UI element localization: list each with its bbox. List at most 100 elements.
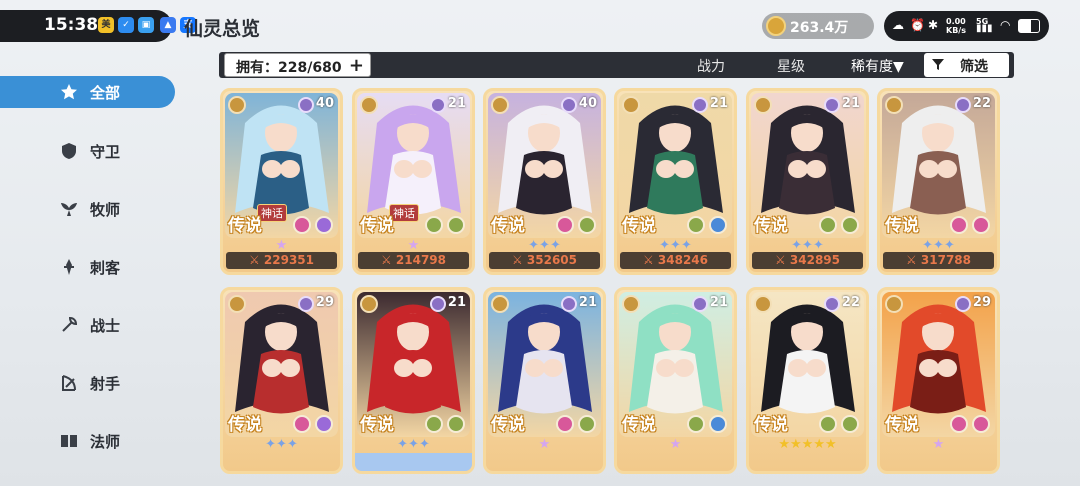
element-gem-icon	[315, 216, 333, 234]
character-card[interactable]: 21 神话 传说 ★ ⚔ 214798	[352, 88, 475, 275]
element-gem-icon	[950, 415, 968, 433]
sidebar-item-1[interactable]: 全部	[0, 76, 175, 108]
level-icon	[561, 97, 577, 113]
class-emblem-icon	[622, 295, 640, 313]
clock: 15:38	[44, 15, 99, 35]
element-gem-icon	[447, 415, 465, 433]
class-emblem-icon	[491, 96, 509, 114]
sidebar-item-2[interactable]: 守卫	[0, 135, 175, 167]
element-gem-icon	[950, 216, 968, 234]
element-gem-icon	[425, 415, 443, 433]
status-pill: ☁ ⏰ ✱ 0.00 KB/s 5G ▮▮▮ ◠	[884, 11, 1049, 41]
star-rating: ★	[669, 437, 682, 452]
character-card[interactable]: 21 传说 ✦✦✦ ⚔ 342895	[746, 88, 869, 275]
character-level: 21	[447, 96, 466, 111]
character-level: 21	[841, 96, 860, 111]
level-icon	[692, 296, 708, 312]
sort-star-button[interactable]: 星级	[777, 56, 805, 76]
element-gem-icon	[709, 415, 727, 433]
class-emblem-icon	[885, 295, 903, 313]
character-card[interactable]: 40 神话 传说 ★ ⚔ 229351	[220, 88, 343, 275]
star-rating: ★★★★★	[778, 437, 837, 452]
character-card[interactable]: 22 传说 ✦✦✦ ⚔ 317788	[877, 88, 1000, 275]
character-level: 29	[315, 295, 334, 310]
character-card[interactable]: 29 传说 ★	[877, 287, 1000, 474]
character-level: 22	[972, 96, 991, 111]
element-gem-icon	[315, 415, 333, 433]
character-card[interactable]: 40 传说 ✦✦✦ ⚔ 352605	[483, 88, 606, 275]
toolbar: 拥有：228/680 + 战力 星级 稀有度▼ 筛选	[219, 52, 1014, 78]
character-card[interactable]: 21 传说 ★	[614, 287, 737, 474]
wings-icon	[61, 203, 77, 216]
element-gem-icon	[447, 216, 465, 234]
character-grid: 40 神话 传说 ★ ⚔ 229351 21 神话 传说 ★ ⚔ 214798 40 传说 ✦✦✦ ⚔ 3…	[220, 88, 1000, 486]
rarity-label: 传说	[228, 216, 262, 236]
element-gem-icon	[578, 216, 596, 234]
character-card[interactable]: 21 传说 ✦✦✦	[352, 287, 475, 474]
class-emblem-icon	[228, 295, 246, 313]
net-unit: KB/s	[946, 26, 966, 35]
sidebar-item-5[interactable]: 战士	[0, 309, 175, 341]
sort-rarity-button[interactable]: 稀有度▼	[851, 56, 904, 76]
combat-power: ⚔ 214798	[358, 252, 469, 269]
sidebar-item-7[interactable]: 法师	[0, 425, 175, 457]
element-gem-icon	[972, 415, 990, 433]
sidebar-item-label: 法师	[90, 433, 121, 451]
element-gem-icon	[425, 216, 443, 234]
coin-icon	[766, 16, 786, 36]
owned-count-box[interactable]: 拥有：228/680 +	[224, 53, 371, 77]
star-rating: ✦✦✦	[265, 437, 298, 452]
element-gem-icon	[819, 415, 837, 433]
rarity-label: 传说	[491, 216, 525, 236]
bluetooth-icon: ✱	[928, 18, 939, 32]
currency-display: 263.4万	[762, 13, 874, 39]
expand-plus-icon[interactable]: +	[349, 55, 364, 76]
level-icon	[955, 296, 971, 312]
notification-app-icon: ✓	[118, 17, 134, 33]
element-gem-icon	[556, 415, 574, 433]
level-icon	[824, 296, 840, 312]
weather-icon: ☁	[892, 18, 904, 32]
character-card[interactable]: 29 传说 ✦✦✦	[220, 287, 343, 474]
level-icon	[430, 296, 446, 312]
system-status-bar: 15:38 美 ✓ ▣ ▲ 支 仙灵总览 263.4万 ☁ ⏰ ✱ 0.00 K…	[0, 0, 1080, 52]
sidebar-item-3[interactable]: 牧师	[0, 193, 175, 225]
rarity-label: 传说	[754, 415, 788, 435]
class-emblem-icon	[754, 295, 772, 313]
wifi-icon: ◠	[1000, 18, 1011, 32]
element-gem-icon	[687, 415, 705, 433]
class-emblem-icon	[360, 295, 378, 313]
element-gem-icon	[819, 216, 837, 234]
character-card[interactable]: 22 传说 ★★★★★	[746, 287, 869, 474]
element-gem-icon	[556, 216, 574, 234]
character-card[interactable]: 21 传说 ✦✦✦ ⚔ 348246	[614, 88, 737, 275]
rarity-label: 传说	[622, 216, 656, 236]
level-icon	[298, 97, 314, 113]
sidebar-item-4[interactable]: 刺客	[0, 251, 175, 283]
rarity-label: 传说	[360, 216, 394, 236]
sort-power-button[interactable]: 战力	[697, 56, 725, 76]
character-card[interactable]: 21 传说 ★	[483, 287, 606, 474]
filter-icon	[932, 59, 944, 70]
combat-power: ⚔ 348246	[620, 252, 731, 269]
combat-power: ⚔ 352605	[489, 252, 600, 269]
sidebar-item-6[interactable]: 射手	[0, 367, 175, 399]
rarity-label: 传说	[622, 415, 656, 435]
selection-band	[355, 453, 472, 471]
rarity-label: 传说	[885, 216, 919, 236]
rarity-label: 传说	[885, 415, 919, 435]
sidebar-item-label: 刺客	[90, 259, 121, 277]
element-gem-icon	[841, 216, 859, 234]
rarity-label: 传说	[491, 415, 525, 435]
sidebar-item-label: 战士	[90, 317, 121, 335]
filter-button[interactable]: 筛选	[924, 53, 1009, 77]
page-title: 仙灵总览	[184, 18, 261, 40]
element-gem-icon	[293, 216, 311, 234]
class-emblem-icon	[360, 96, 378, 114]
class-emblem-icon	[228, 96, 246, 114]
rarity-label: 传说	[228, 415, 262, 435]
level-icon	[955, 97, 971, 113]
level-icon	[824, 97, 840, 113]
element-gem-icon	[709, 216, 727, 234]
class-emblem-icon	[885, 96, 903, 114]
